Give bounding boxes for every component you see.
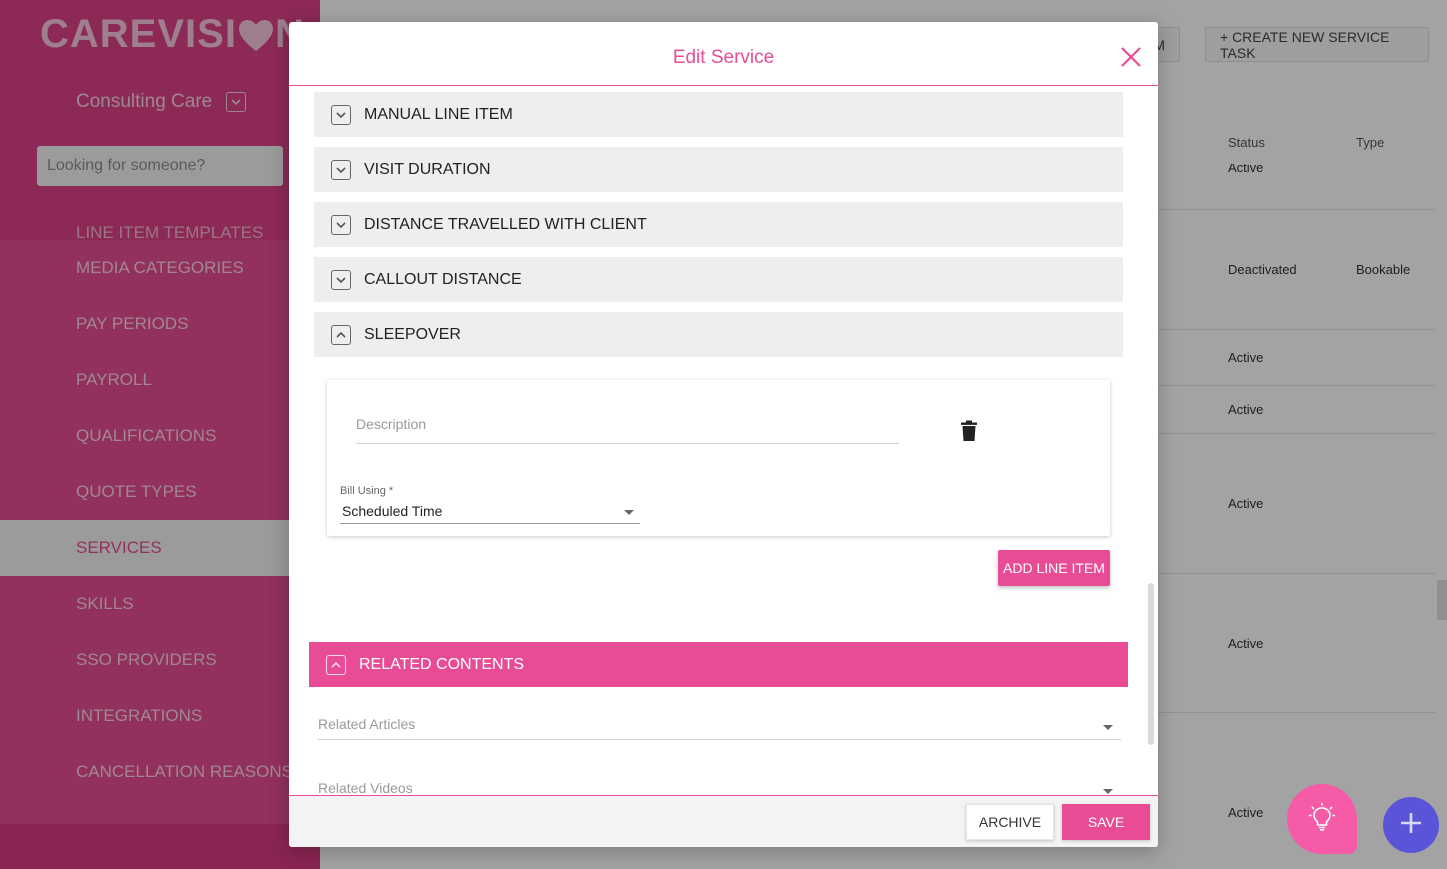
related-articles-placeholder: Related Articles — [318, 716, 416, 732]
lightbulb-icon — [1308, 802, 1336, 837]
line-item-card: Description Bill Using * Scheduled Time — [327, 380, 1110, 536]
section-related-contents[interactable]: RELATED CONTENTS — [309, 642, 1128, 687]
section-label: CALLOUT DISTANCE — [364, 270, 522, 288]
chevron-down-icon — [331, 269, 351, 290]
dialog-body: MANUAL LINE ITEM VISIT DURATION DISTANCE… — [289, 88, 1158, 795]
related-videos-placeholder: Related Videos — [318, 780, 413, 795]
section-label: RELATED CONTENTS — [359, 655, 525, 673]
section-distance-travelled[interactable]: DISTANCE TRAVELLED WITH CLIENT — [314, 202, 1123, 247]
section-label: DISTANCE TRAVELLED WITH CLIENT — [364, 215, 647, 233]
delete-line-item-button[interactable] — [960, 420, 978, 442]
archive-label: ARCHIVE — [978, 814, 1042, 830]
dialog-footer: ARCHIVE SAVE — [289, 795, 1158, 847]
save-button[interactable]: SAVE — [1062, 804, 1150, 840]
dialog-title: Edit Service — [672, 47, 775, 68]
section-label: MANUAL LINE ITEM — [364, 105, 513, 123]
section-label: SLEEPOVER — [364, 325, 461, 343]
add-fab-button[interactable] — [1383, 797, 1439, 853]
bill-using-select[interactable]: Scheduled Time — [340, 500, 640, 524]
dialog-header: Edit Service — [289, 22, 1158, 86]
dialog-scrollbar[interactable] — [1148, 583, 1154, 745]
plus-icon — [1399, 811, 1423, 840]
chevron-down-icon — [331, 214, 351, 235]
chevron-up-icon — [331, 324, 351, 345]
dropdown-arrow-icon — [1103, 789, 1113, 794]
section-callout-distance[interactable]: CALLOUT DISTANCE — [314, 257, 1123, 302]
add-line-item-button[interactable]: ADD LINE ITEM — [998, 550, 1110, 586]
section-sleepover[interactable]: SLEEPOVER — [314, 312, 1123, 357]
dropdown-arrow-icon — [624, 510, 634, 515]
edit-service-dialog: Edit Service MANUAL LINE ITEM VISIT DURA… — [289, 22, 1158, 847]
bill-using-value: Scheduled Time — [342, 503, 443, 519]
related-videos-select[interactable]: Related Videos — [318, 772, 1121, 795]
chevron-down-icon — [331, 104, 351, 125]
help-tips-button[interactable] — [1287, 784, 1357, 854]
related-articles-select[interactable]: Related Articles — [318, 708, 1121, 740]
section-manual-line-item[interactable]: MANUAL LINE ITEM — [314, 92, 1123, 137]
dropdown-arrow-icon — [1103, 725, 1113, 730]
archive-button[interactable]: ARCHIVE — [966, 804, 1054, 840]
add-line-item-label: ADD LINE ITEM — [1003, 560, 1105, 576]
close-button[interactable] — [1120, 46, 1142, 68]
save-label: SAVE — [1087, 814, 1125, 830]
description-input[interactable]: Description — [356, 409, 899, 444]
close-icon — [1120, 47, 1142, 72]
section-label: VISIT DURATION — [364, 160, 491, 178]
bill-using-label: Bill Using * — [340, 485, 394, 497]
trash-icon — [960, 420, 978, 446]
chevron-down-icon — [331, 159, 351, 180]
chevron-up-icon — [326, 654, 346, 675]
section-visit-duration[interactable]: VISIT DURATION — [314, 147, 1123, 192]
